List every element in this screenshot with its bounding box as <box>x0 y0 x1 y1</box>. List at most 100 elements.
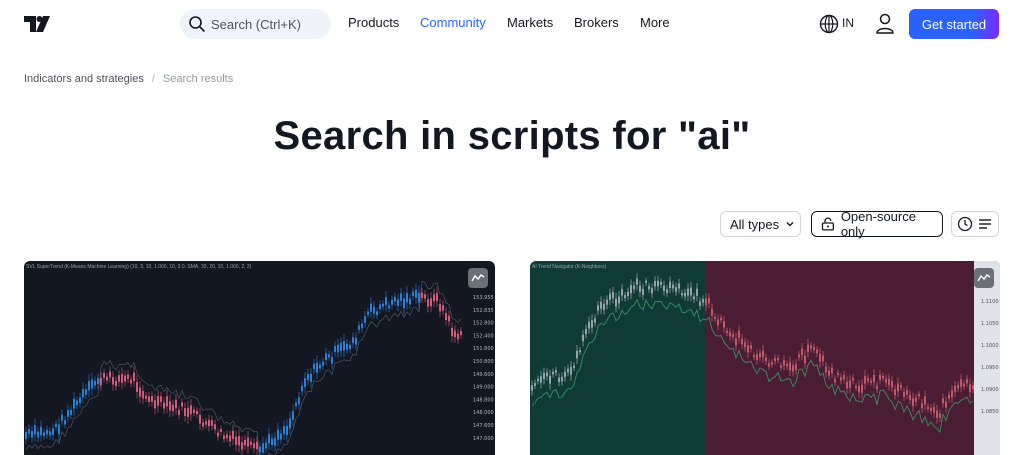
script-card-1[interactable]: 153.955 152.835 152.800 152.400 151.800 150.8… <box>24 261 495 455</box>
candle-body <box>852 377 854 381</box>
candle-body <box>214 424 216 430</box>
candle-body <box>564 371 566 378</box>
candle-body <box>666 289 668 293</box>
candle-body <box>816 349 818 354</box>
candle-body <box>894 389 896 396</box>
nav-community[interactable]: Community <box>420 15 486 30</box>
candle-body <box>633 285 635 290</box>
user-icon[interactable] <box>875 13 895 35</box>
region-code[interactable]: IN <box>842 16 854 30</box>
candle-body <box>448 315 450 322</box>
candle-body <box>415 289 417 298</box>
candle-body <box>753 355 755 358</box>
candle-body <box>331 356 333 364</box>
chart-type-button[interactable] <box>468 268 488 288</box>
candle-body <box>307 373 309 381</box>
candle-body <box>223 435 225 440</box>
candle-body <box>115 380 117 387</box>
candle-body <box>388 305 390 309</box>
candle-body <box>49 431 51 436</box>
candle-body <box>687 288 689 296</box>
candle-body <box>268 434 270 444</box>
price-axis-label: 147.600 <box>473 423 494 429</box>
candle-body <box>888 378 890 386</box>
candle-body <box>235 436 237 445</box>
candle-body <box>289 418 291 429</box>
price-axis-label: 150.800 <box>473 359 494 365</box>
candle-body <box>663 285 665 291</box>
candle-body <box>786 363 788 367</box>
price-axis-label: 153.955 <box>473 295 494 301</box>
candle-body <box>196 410 198 415</box>
candle-body <box>367 311 369 315</box>
nav-more[interactable]: More <box>640 15 670 30</box>
candle-body <box>642 288 644 295</box>
list-view-icon[interactable] <box>977 216 993 232</box>
candle-body <box>124 375 126 382</box>
candle-body <box>325 353 327 361</box>
candle-body <box>88 381 90 391</box>
nav-markets[interactable]: Markets <box>507 15 553 30</box>
candle-body <box>789 362 791 371</box>
open-source-toggle[interactable]: Open-source only <box>811 209 943 239</box>
candle-body <box>460 331 462 336</box>
candle-body <box>370 303 372 312</box>
price-axis-label: 151.800 <box>473 346 494 352</box>
candle-body <box>777 358 779 361</box>
candle-body <box>454 330 456 338</box>
price-axis-label: 152.835 <box>473 308 494 314</box>
candle-body <box>109 371 111 378</box>
candle-body <box>717 319 719 326</box>
candle-body <box>729 332 731 337</box>
candle-body <box>55 423 57 428</box>
candle-body <box>867 378 869 382</box>
candle-body <box>918 394 920 397</box>
candle-body <box>654 280 656 287</box>
candle-body <box>148 396 150 402</box>
candle-body <box>172 404 174 412</box>
candle-body <box>64 420 66 425</box>
nav-brokers[interactable]: Brokers <box>574 15 619 30</box>
candle-body <box>708 297 710 304</box>
candle-body <box>696 288 698 296</box>
candle-body <box>534 383 536 386</box>
all-types-dropdown[interactable]: All types <box>720 211 801 237</box>
candle-body <box>112 377 114 385</box>
candle-body <box>699 301 701 306</box>
all-types-label: All types <box>730 216 780 232</box>
top-header: Search (Ctrl+K) Products Community Marke… <box>0 0 1024 48</box>
candle-body <box>313 363 315 370</box>
candle-body <box>379 304 381 310</box>
candle-body <box>900 385 902 388</box>
candle-body <box>846 381 848 389</box>
candle-body <box>361 323 363 329</box>
supertrend-chart-preview: 153.955 152.835 152.800 152.400 151.800 150.8… <box>25 280 494 455</box>
unlock-icon <box>821 217 834 231</box>
candle-body <box>747 345 749 353</box>
candle-body <box>25 432 27 440</box>
nav-products[interactable]: Products <box>348 15 399 30</box>
candle-body <box>801 348 803 356</box>
clock-icon[interactable] <box>957 216 973 232</box>
candle-body <box>91 379 93 389</box>
candle-body <box>301 385 303 392</box>
candle-body <box>738 330 740 338</box>
search-icon <box>189 16 205 32</box>
candle-body <box>382 303 384 307</box>
tradingview-logo[interactable] <box>24 14 54 34</box>
candle-body <box>549 375 551 384</box>
script-card-2[interactable]: 1.1100 1.1050 1.1000 1.0950 1.0900 1.0850 AI … <box>530 261 1000 455</box>
candle-body <box>924 396 926 405</box>
price-axis-panel <box>974 261 1000 455</box>
candle-body <box>807 344 809 352</box>
get-started-button[interactable]: Get started <box>909 9 999 39</box>
candle-body <box>735 338 737 346</box>
globe-icon[interactable] <box>819 14 839 34</box>
breadcrumb-parent[interactable]: Indicators and strategies <box>24 73 144 85</box>
candle-body <box>678 283 680 289</box>
chart-type-button[interactable] <box>974 268 994 288</box>
candle-body <box>346 343 348 350</box>
candle-body <box>669 281 671 289</box>
search-bar[interactable]: Search (Ctrl+K) <box>180 9 331 39</box>
candle-body <box>169 401 171 411</box>
